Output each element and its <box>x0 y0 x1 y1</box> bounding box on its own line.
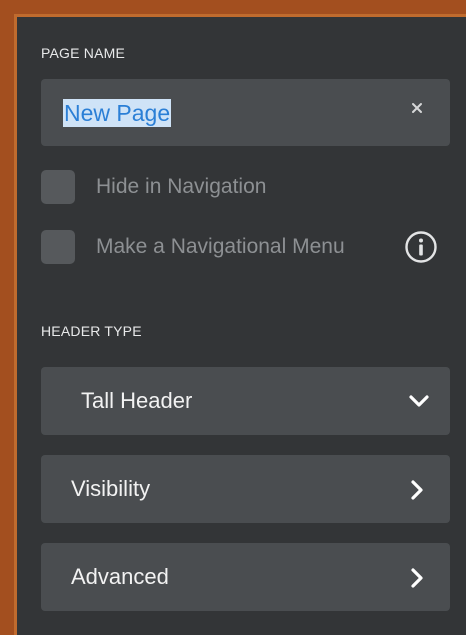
info-icon[interactable] <box>404 230 438 264</box>
page-name-value[interactable]: New Page <box>63 99 172 127</box>
page-name-input[interactable]: New Page <box>41 79 450 146</box>
hide-in-navigation-label: Hide in Navigation <box>96 175 267 198</box>
visibility-section-button[interactable]: Visibility <box>41 455 450 523</box>
navigational-menu-option[interactable]: Make a Navigational Menu <box>41 230 461 264</box>
chevron-down-icon <box>409 395 429 407</box>
window-frame: PAGE NAME New Page Hide in Navigation Ma… <box>0 0 466 635</box>
chevron-right-icon <box>411 480 423 500</box>
advanced-label: Advanced <box>71 564 169 589</box>
header-type-dropdown[interactable]: Tall Header <box>41 367 450 435</box>
page-name-label: PAGE NAME <box>41 45 126 61</box>
advanced-section-button[interactable]: Advanced <box>41 543 450 611</box>
visibility-label: Visibility <box>71 476 151 501</box>
hide-in-navigation-option[interactable]: Hide in Navigation <box>41 170 461 204</box>
page-settings-panel: PAGE NAME New Page Hide in Navigation Ma… <box>14 14 466 635</box>
navigational-menu-checkbox[interactable] <box>41 230 75 264</box>
hide-in-navigation-checkbox[interactable] <box>41 170 75 204</box>
chevron-right-icon <box>411 568 423 588</box>
close-icon[interactable] <box>410 101 424 115</box>
header-type-label: HEADER TYPE <box>41 323 142 339</box>
navigational-menu-label: Make a Navigational Menu <box>96 235 345 258</box>
header-type-selected: Tall Header <box>81 388 193 413</box>
